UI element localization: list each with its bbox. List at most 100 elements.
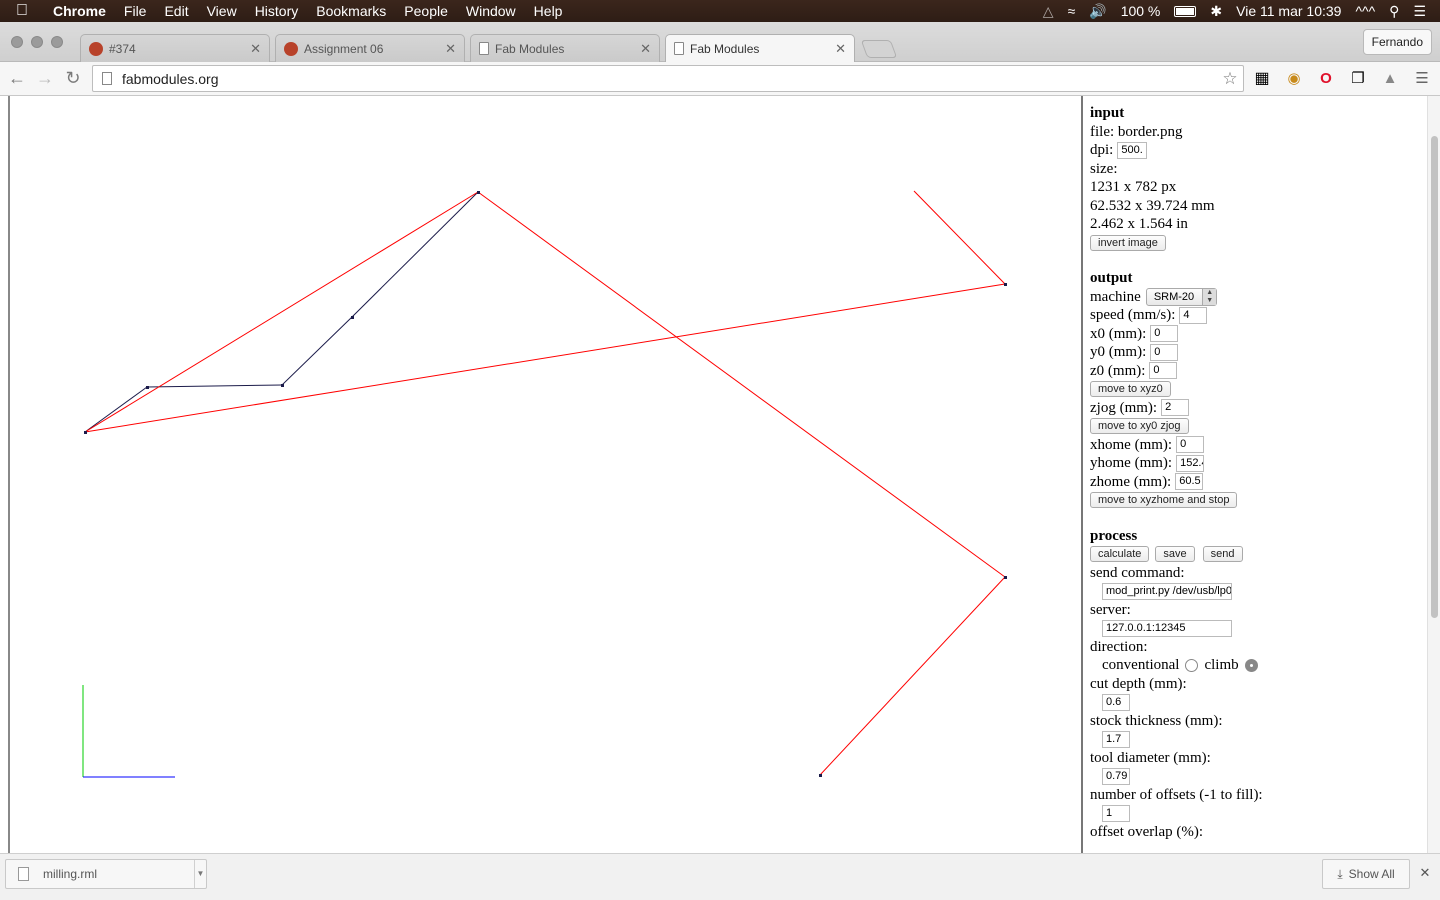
tool-diameter-input[interactable]: 0.79	[1102, 767, 1130, 785]
window-minimize-button[interactable]	[31, 36, 43, 48]
dpi-input[interactable]: 500.	[1117, 141, 1148, 159]
menu-extras: △ ≈ 🔊 100 % ✱ Vie 11 mar 10:39 ^^^ ⚲ ☰	[1043, 3, 1440, 20]
xhome-input[interactable]: 0	[1176, 436, 1205, 454]
select-arrows-icon: ▲ ▼	[1202, 288, 1217, 305]
calculate-button[interactable]: calculate	[1090, 546, 1150, 563]
vertical-scrollbar[interactable]	[1427, 96, 1440, 863]
menu-history[interactable]: History	[246, 0, 308, 22]
tab-fab-modules-1[interactable]: Fab Modules ✕	[470, 34, 660, 62]
forward-arrow-icon[interactable]: →	[34, 67, 56, 89]
download-item[interactable]: milling.rml ▼	[5, 859, 207, 889]
tab-374[interactable]: #374 ✕	[80, 34, 270, 62]
tab-assignment-06[interactable]: Assignment 06 ✕	[275, 34, 465, 62]
volume-icon[interactable]: 🔊	[1089, 3, 1106, 20]
show-all-button[interactable]: ⤓ Show All	[1322, 859, 1410, 889]
machine-select[interactable]: SRM-20 ▲ ▼	[1145, 287, 1218, 306]
toolpath-canvas[interactable]	[0, 96, 1080, 863]
panel-divider	[1081, 96, 1083, 863]
menu-extra-icon[interactable]: ^^^	[1355, 3, 1375, 19]
opera-extension-icon[interactable]: O	[1316, 69, 1336, 89]
bluetooth-icon[interactable]: ✱	[1210, 3, 1222, 20]
close-icon[interactable]: ✕	[835, 41, 846, 57]
window-close-button[interactable]	[11, 36, 23, 48]
tab-fab-modules-active[interactable]: Fab Modules ✕	[665, 34, 855, 62]
climb-label: climb	[1204, 657, 1239, 674]
path-node	[1004, 576, 1007, 579]
x0-input[interactable]: 0	[1150, 325, 1179, 343]
speed-input[interactable]: 4	[1179, 306, 1208, 324]
url-text[interactable]: fabmodules.org	[122, 71, 1217, 87]
send-button[interactable]: send	[1202, 546, 1243, 563]
address-bar[interactable]: fabmodules.org ☆	[92, 65, 1244, 92]
close-icon[interactable]: ✕	[445, 41, 456, 57]
zjog-row: zjog (mm): 2	[1090, 399, 1426, 418]
server-input[interactable]: 127.0.0.1:12345	[1102, 619, 1232, 637]
input-heading: input	[1090, 105, 1125, 122]
profile-button[interactable]: Fernando	[1362, 29, 1432, 55]
chrome-menu-icon[interactable]: ☰	[1412, 69, 1432, 89]
y0-input[interactable]: 0	[1150, 343, 1179, 361]
cut-depth-input[interactable]: 0.6	[1102, 693, 1130, 711]
scroll-thumb[interactable]	[1431, 136, 1438, 618]
tab-title: Fab Modules	[495, 41, 565, 56]
close-icon[interactable]: ✕	[640, 41, 651, 57]
menu-view[interactable]: View	[198, 0, 246, 22]
server-label: server:	[1090, 601, 1131, 618]
bookmark-star-icon[interactable]: ☆	[1217, 69, 1243, 89]
back-arrow-icon[interactable]: ←	[6, 67, 28, 89]
climb-radio[interactable]	[1244, 658, 1258, 672]
path-node	[1004, 283, 1007, 286]
send-command-input[interactable]: mod_print.py /dev/usb/lp0	[1102, 582, 1232, 600]
direction-label: direction:	[1090, 638, 1148, 655]
menu-file[interactable]: File	[115, 0, 156, 22]
zhome-input[interactable]: 60.5	[1175, 473, 1204, 491]
close-icon[interactable]: ✕	[1418, 866, 1432, 880]
menu-edit[interactable]: Edit	[155, 0, 197, 22]
tab-strip: #374 ✕ Assignment 06 ✕ Fab Modules ✕ Fab…	[0, 22, 1440, 62]
path-node	[477, 191, 480, 194]
basket-extension-icon[interactable]: ◉	[1284, 69, 1304, 89]
notification-center-icon[interactable]: ☰	[1413, 3, 1426, 20]
input-file: file: border.png	[1090, 123, 1183, 140]
battery-percent[interactable]: 100 %	[1121, 3, 1161, 19]
qr-code-extension-icon[interactable]: ▦	[1252, 69, 1272, 89]
battery-icon[interactable]	[1174, 5, 1197, 17]
yhome-row: yhome (mm): 152.4	[1090, 454, 1426, 473]
clock[interactable]: Vie 11 mar 10:39	[1236, 3, 1341, 19]
y0-label: y0 (mm):	[1090, 344, 1147, 361]
menu-people[interactable]: People	[395, 0, 457, 22]
move-to-xyzhome-button[interactable]: move to xyzhome and stop	[1090, 492, 1238, 509]
stock-thickness-input[interactable]: 1.7	[1102, 730, 1130, 748]
chevron-down-icon[interactable]: ▼	[194, 860, 206, 888]
machine-select-value: SRM-20	[1153, 290, 1195, 303]
invert-image-button[interactable]: invert image	[1090, 234, 1166, 251]
yhome-input[interactable]: 152.4	[1176, 454, 1205, 472]
menu-help[interactable]: Help	[525, 0, 572, 22]
document-icon	[479, 42, 489, 55]
save-button[interactable]: save	[1155, 546, 1195, 563]
zhome-row: zhome (mm): 60.5	[1090, 473, 1426, 492]
zjog-input[interactable]: 2	[1161, 399, 1190, 417]
adobe-icon[interactable]: △	[1043, 3, 1054, 20]
window-zoom-button[interactable]	[51, 36, 63, 48]
offsets-input[interactable]: 1	[1102, 804, 1130, 822]
tab-copy-extension-icon[interactable]: ❐	[1348, 69, 1368, 89]
stock-thickness-label: stock thickness (mm):	[1090, 712, 1223, 729]
menu-app-name[interactable]: Chrome	[44, 0, 115, 22]
close-icon[interactable]: ✕	[250, 41, 261, 57]
new-tab-button[interactable]	[860, 40, 898, 58]
drive-extension-icon[interactable]: ▲	[1380, 69, 1400, 89]
cut-path-segment	[477, 191, 1006, 578]
wifi-icon[interactable]: ≈	[1068, 3, 1076, 19]
path-node	[281, 384, 284, 387]
apple-menu-icon[interactable]: 	[0, 2, 44, 20]
menu-window[interactable]: Window	[457, 0, 525, 22]
menu-bookmarks[interactable]: Bookmarks	[307, 0, 395, 22]
spotlight-icon[interactable]: ⚲	[1389, 3, 1399, 20]
z0-input[interactable]: 0	[1149, 362, 1178, 380]
move-to-xy0-zjog-button[interactable]: move to xy0 zjog	[1090, 418, 1189, 435]
move-to-xyz0-button[interactable]: move to xyz0	[1090, 381, 1171, 398]
reload-icon[interactable]: ↻	[62, 67, 84, 89]
red-circle-icon	[89, 41, 103, 56]
conventional-radio[interactable]	[1185, 658, 1199, 672]
